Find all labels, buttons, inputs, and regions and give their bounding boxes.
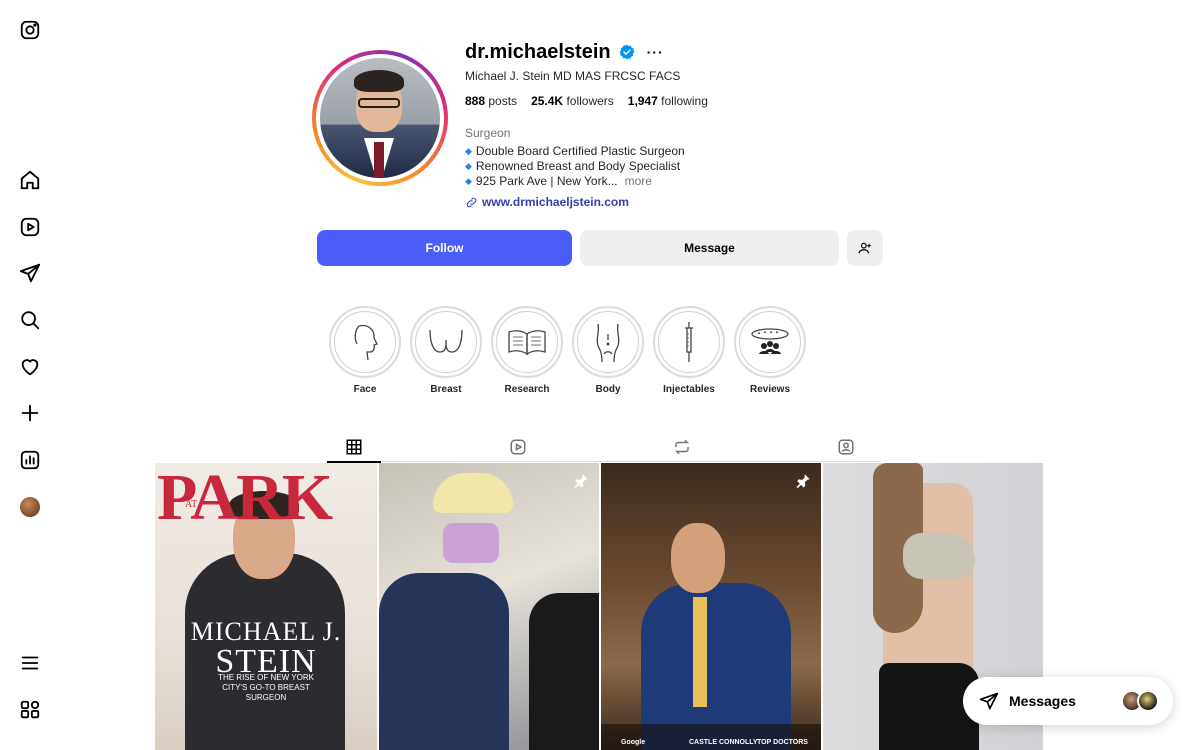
- tab-tagged[interactable]: [819, 432, 873, 462]
- highlight-research[interactable]: Research: [491, 306, 563, 395]
- bio-line: ◆ Renowned Breast and Body Specialist: [465, 159, 681, 173]
- breast-outline-icon: [429, 329, 463, 353]
- menu-icon[interactable]: [18, 651, 42, 675]
- highlight-label: Injectables: [663, 384, 715, 395]
- tabs-divider: [327, 461, 881, 462]
- left-nav-rail: [0, 0, 60, 750]
- magazine-masthead: PARK: [157, 463, 333, 534]
- pinned-icon: [573, 473, 589, 489]
- following-count[interactable]: 1,947 following: [628, 94, 708, 108]
- grid-icon: [346, 439, 362, 455]
- pinned-icon: [795, 473, 811, 489]
- post-thumbnail[interactable]: Google CASTLE CONNOLLY TOP DOCTORS: [601, 463, 821, 750]
- messages-button[interactable]: Messages: [963, 677, 1173, 725]
- reels-icon[interactable]: [18, 215, 42, 239]
- post-thumbnail[interactable]: PARK AT MICHAEL J. STEIN THE RISE OF NEW…: [155, 463, 377, 750]
- garment-top: [903, 533, 975, 579]
- bio-line: ◆ 925 Park Ave | New York... more: [465, 174, 652, 189]
- followers-count[interactable]: 25.4K followers: [531, 94, 614, 108]
- tab-posts[interactable]: [327, 432, 381, 463]
- highlight-label: Breast: [430, 384, 462, 395]
- suggested-users-button[interactable]: [847, 230, 883, 266]
- verified-badge-icon: [619, 44, 634, 60]
- bio: ◆ Double Board Certified Plastic Surgeon …: [465, 144, 685, 189]
- profile-picture-ring[interactable]: [312, 50, 448, 186]
- username-row: dr.michaelstein ···: [465, 40, 664, 64]
- highlight-face[interactable]: Face: [329, 306, 401, 395]
- surgical-cap: [433, 473, 513, 513]
- highlight-body[interactable]: Body: [572, 306, 644, 395]
- highlight-label: Body: [595, 384, 621, 395]
- posts-count: 888 posts: [465, 94, 518, 108]
- full-name: Michael J. Stein MD MAS FRCSC FACS: [465, 69, 681, 83]
- messages-label: Messages: [1009, 693, 1076, 709]
- diamond-icon: ◆: [465, 176, 472, 186]
- tagged-icon: [838, 439, 854, 455]
- direct-send-icon[interactable]: [18, 261, 42, 285]
- highlight-label: Research: [504, 384, 550, 395]
- cover-tagline: THE RISE OF NEW YORK CITY'S GO-TO BREAST…: [218, 673, 314, 702]
- surgical-mask: [443, 523, 499, 563]
- award-badge: Google: [621, 739, 646, 746]
- username: dr.michaelstein: [465, 40, 611, 63]
- repost-icon: [674, 439, 690, 455]
- open-book-icon: [508, 330, 546, 356]
- diamond-icon: ◆: [465, 146, 472, 156]
- more-options-button[interactable]: ···: [647, 44, 664, 60]
- highlight-label: Face: [353, 384, 377, 395]
- magazine-masthead-sub: AT: [185, 499, 198, 510]
- face-profile-icon: [354, 324, 378, 361]
- surgeon-figure: [379, 573, 509, 750]
- highlight-reviews[interactable]: Reviews: [734, 306, 806, 395]
- dashboard-icon[interactable]: [18, 448, 42, 472]
- follow-button[interactable]: Follow: [317, 230, 572, 266]
- link-icon: [466, 197, 477, 207]
- highlight-breast[interactable]: Breast: [410, 306, 482, 395]
- bio-more-link[interactable]: more: [625, 174, 652, 189]
- body-outline-icon: [596, 323, 620, 363]
- assistant-figure: [529, 593, 599, 750]
- syringe-icon: [685, 322, 693, 362]
- highlight-injectables[interactable]: Injectables: [653, 306, 725, 395]
- profile-category: Surgeon: [465, 126, 511, 140]
- highlight-label: Reviews: [749, 384, 791, 395]
- search-icon[interactable]: [18, 308, 42, 332]
- profile-website-link[interactable]: www.drmichaeljstein.com: [465, 195, 629, 209]
- profile-stats: 888 posts 25.4K followers 1,947 followin…: [465, 94, 708, 108]
- tab-reposts[interactable]: [655, 432, 709, 462]
- add-user-icon: [858, 242, 871, 254]
- portrait-face: [671, 523, 725, 593]
- bio-line: ◆ Double Board Certified Plastic Surgeon: [465, 144, 685, 158]
- heart-icon[interactable]: [18, 355, 42, 379]
- profile-avatar-icon[interactable]: [18, 495, 42, 519]
- diamond-icon: ◆: [465, 161, 472, 171]
- tab-reels[interactable]: [491, 432, 545, 462]
- also-from-meta-icon[interactable]: [18, 698, 42, 722]
- profile-picture: [320, 58, 440, 178]
- post-thumbnail[interactable]: [379, 463, 599, 750]
- message-button[interactable]: Message: [580, 230, 839, 266]
- cover-headline: MICHAEL J. STEIN: [190, 617, 342, 680]
- yellow-tie: [693, 597, 707, 707]
- messages-avatars: [1121, 690, 1159, 712]
- instagram-logo-icon[interactable]: [18, 18, 42, 42]
- award-badge: CASTLE CONNOLLY: [689, 739, 758, 746]
- direct-send-icon: [979, 692, 999, 710]
- home-icon[interactable]: [18, 168, 42, 192]
- reels-icon: [510, 439, 526, 455]
- stars-people-icon: [751, 328, 789, 354]
- award-badge: TOP DOCTORS: [757, 739, 808, 746]
- avatar: [1137, 690, 1159, 712]
- award-badges-strip: Google CASTLE CONNOLLY TOP DOCTORS: [601, 724, 821, 750]
- create-plus-icon[interactable]: [18, 401, 42, 425]
